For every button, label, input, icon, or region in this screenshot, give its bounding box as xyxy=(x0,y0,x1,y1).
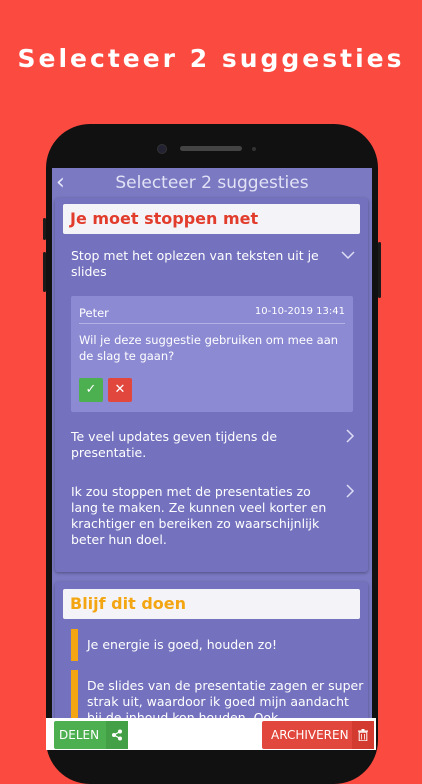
comment-date: 10-10-2019 13:41 xyxy=(254,306,345,317)
chevron-right-icon[interactable] xyxy=(345,429,355,443)
accept-button[interactable]: ✓ xyxy=(79,378,103,402)
suggestion-item[interactable]: Ik zou stoppen met de presentaties zo la… xyxy=(71,484,331,548)
stop-section-header: Je moet stoppen met xyxy=(63,204,360,234)
comment-author: Peter xyxy=(79,306,109,320)
chevron-down-icon[interactable] xyxy=(341,250,355,260)
phone-side-button xyxy=(378,242,381,298)
proximity-sensor xyxy=(252,147,256,151)
phone-side-button xyxy=(43,218,46,240)
phone-side-button xyxy=(43,252,46,292)
keep-section-header: Blijf dit doen xyxy=(63,589,360,619)
share-button-label: DELEN xyxy=(59,728,100,742)
archive-button-label: ARCHIVEREN xyxy=(271,728,349,742)
comment-divider xyxy=(79,323,345,324)
keep-section-title: Blijf dit doen xyxy=(70,594,187,613)
trash-icon xyxy=(352,721,374,749)
stop-section-card: Je moet stoppen met Stop met het oplezen… xyxy=(55,198,368,572)
archive-button[interactable]: ARCHIVEREN xyxy=(262,721,374,749)
reject-button[interactable]: ✕ xyxy=(108,378,132,402)
share-icon xyxy=(106,721,128,749)
close-icon: ✕ xyxy=(114,382,126,397)
suggestion-item[interactable]: Stop met het oplezen van teksten uit je … xyxy=(71,248,331,280)
suggestion-item[interactable]: Te veel updates geven tijdens de present… xyxy=(71,429,331,461)
checkmark-icon: ✓ xyxy=(85,382,97,397)
app-title: Selecteer 2 suggesties xyxy=(115,173,309,193)
front-camera xyxy=(157,144,167,154)
list-item: Je energie is goed, houden zo! xyxy=(71,629,364,661)
phone-speaker xyxy=(180,146,242,151)
stop-section-title: Je moet stoppen met xyxy=(70,209,259,228)
keep-item-text: Je energie is goed, houden zo! xyxy=(87,637,277,652)
share-button[interactable]: DELEN xyxy=(54,721,128,749)
comment-box: Peter 10-10-2019 13:41 Wil je deze sugge… xyxy=(71,296,353,412)
app-bar: ‹ Selecteer 2 suggesties xyxy=(52,168,372,200)
app-screen: ‹ Selecteer 2 suggesties Je moet stoppen… xyxy=(52,168,372,750)
marketing-headline: Selecteer 2 suggesties xyxy=(17,44,405,73)
chevron-right-icon[interactable] xyxy=(345,484,355,498)
comment-text: Wil je deze suggestie gebruiken om mee a… xyxy=(79,333,339,363)
